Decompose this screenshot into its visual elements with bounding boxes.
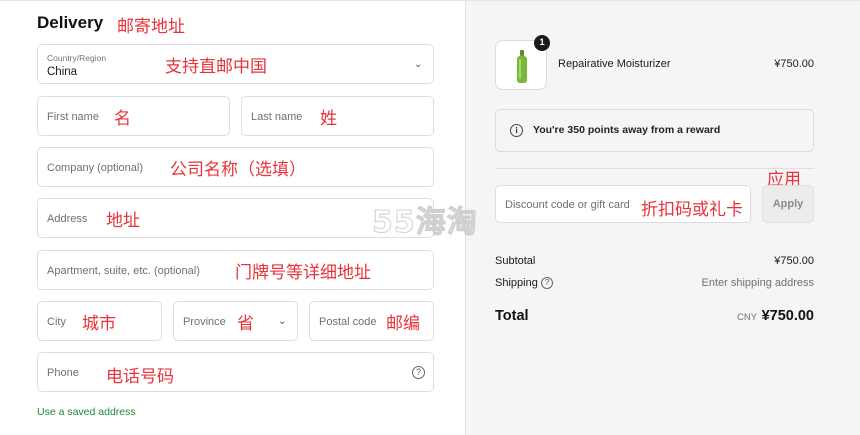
annotation-last-name: 姓 — [320, 109, 337, 129]
subtotal-value: ¥750.00 — [774, 255, 814, 267]
annotation-province: 省 — [237, 314, 254, 334]
annotation-delivery: 邮寄地址 — [117, 17, 185, 37]
phone-field[interactable]: Phone ? — [37, 352, 434, 392]
apartment-placeholder: Apartment, suite, etc. (optional) — [47, 265, 200, 277]
address-placeholder: Address — [47, 213, 88, 225]
country-value: China — [47, 66, 78, 78]
province-select[interactable]: Province ⌄ — [173, 301, 298, 341]
shipping-label: Shipping — [495, 277, 538, 289]
phone-placeholder: Phone — [47, 367, 79, 379]
total-value: ¥750.00 — [761, 308, 814, 324]
delivery-heading: Delivery — [37, 13, 104, 32]
quantity-badge: 1 — [534, 35, 550, 51]
watermark-logo: 55海淘 — [372, 205, 478, 241]
subtotal-label: Subtotal — [495, 255, 536, 267]
first-name-field[interactable]: First name — [37, 96, 230, 136]
last-name-placeholder: Last name — [251, 111, 303, 123]
annotation-city: 城市 — [82, 314, 116, 334]
annotation-company: 公司名称（选填） — [170, 160, 306, 180]
annotation-postal-code: 邮编 — [386, 314, 420, 334]
annotation-first-name: 名 — [114, 109, 131, 129]
annotation-phone: 电话号码 — [106, 367, 174, 387]
apply-button[interactable]: Apply — [762, 185, 814, 223]
chevron-down-icon: ⌄ — [278, 316, 287, 327]
last-name-field[interactable]: Last name — [241, 96, 434, 136]
shipping-value: Enter shipping address — [701, 277, 814, 289]
reward-text: You're 350 points away from a reward — [533, 124, 721, 136]
use-saved-address-link[interactable]: Use a saved address — [37, 406, 136, 418]
info-icon: i — [510, 124, 523, 137]
first-name-placeholder: First name — [47, 111, 99, 123]
city-placeholder: City — [47, 316, 66, 328]
chevron-down-icon: ⌄ — [414, 59, 423, 70]
annotation-address: 地址 — [106, 211, 140, 231]
province-placeholder: Province — [183, 316, 226, 328]
postal-code-placeholder: Postal code — [319, 316, 377, 328]
annotation-country: 支持直邮中国 — [165, 57, 267, 77]
product-price: ¥750.00 — [774, 58, 814, 70]
help-circle-icon[interactable]: ? — [412, 366, 425, 379]
company-placeholder: Company (optional) — [47, 162, 143, 174]
shipping-help-icon[interactable]: ? — [541, 277, 553, 289]
annotation-discount: 折扣码或礼卡 — [641, 200, 743, 220]
reward-banner: i You're 350 points away from a reward — [495, 109, 814, 152]
annotation-apartment: 门牌号等详细地址 — [235, 263, 371, 283]
discount-placeholder: Discount code or gift card — [505, 199, 630, 211]
product-name: Repairative Moisturizer — [558, 58, 671, 70]
total-label: Total — [495, 308, 529, 324]
total-currency: CNY — [737, 312, 758, 323]
country-label: Country/Region — [47, 53, 107, 63]
